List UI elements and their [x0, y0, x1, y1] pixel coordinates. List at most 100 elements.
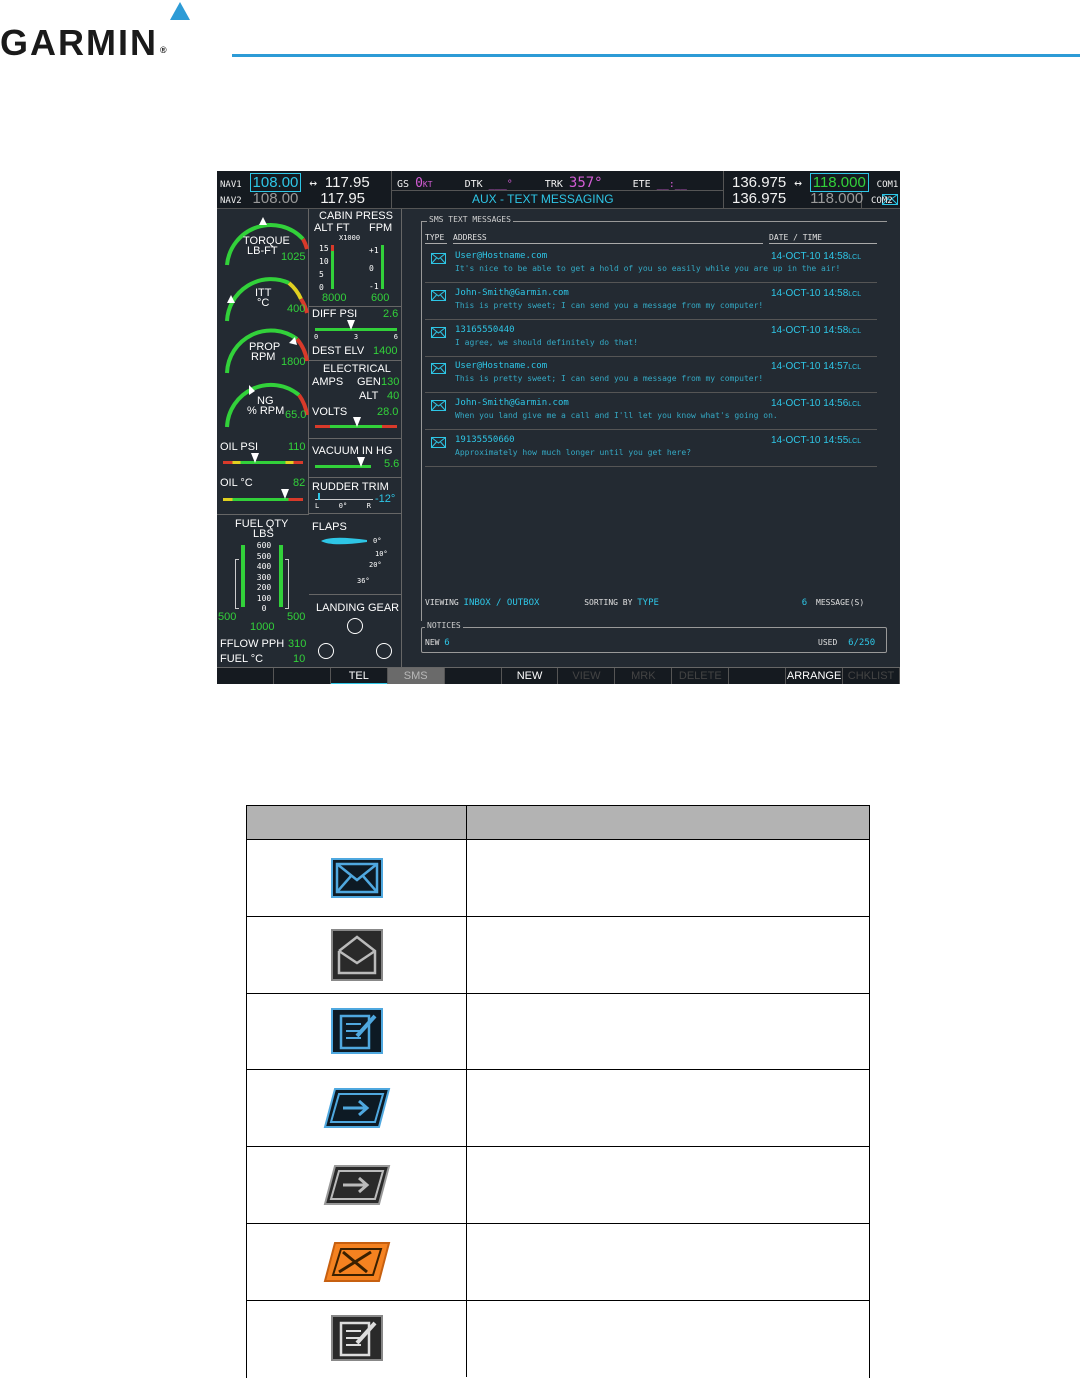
icon-description-table [246, 805, 870, 1378]
sep-flaps [309, 513, 401, 514]
message-preview: It's nice to be able to get a hold of yo… [455, 264, 841, 273]
gs-value: 0 [415, 176, 423, 191]
garmin-logo-triangle [170, 2, 190, 20]
envelope-new-icon [431, 437, 446, 448]
nav-frequency-block: NAV1 108.00 ↔ 117.95 NAV2 108.00 117.95 [217, 171, 392, 209]
softkey-arrange[interactable]: ARRANGE [786, 668, 844, 684]
fuel-total-value: 1000 [250, 621, 275, 633]
nav-swap-arrow: ↔ [309, 176, 318, 191]
sep-vacuum [309, 438, 401, 439]
viewing-value[interactable]: INBOX / OUTBOX [464, 598, 540, 608]
oil-psi-label: OIL PSI [220, 441, 259, 453]
softkey-delete[interactable]: DELETE [672, 668, 730, 684]
nav2-standby-freq[interactable]: 117.95 [306, 190, 365, 207]
softkey-sms[interactable]: SMS [387, 668, 445, 684]
com2-standby-freq[interactable]: 136.975 [732, 190, 786, 207]
column-separator [466, 993, 467, 1070]
message-preview: This is pretty sweet; I can send you a m… [455, 374, 764, 384]
message-row[interactable]: User@Hostname.com This is pretty sweet; I… [425, 357, 877, 394]
message-datetime: 14-OCT-10 14:56LCL [771, 398, 862, 410]
diff-psi-label: DIFF PSI [312, 308, 358, 320]
systems-panel: CABIN PRESS ALT FT FPM X1000 15 10 5 0 +1 0-… [309, 209, 402, 684]
rudder-trim-value: -12° [375, 493, 396, 505]
softkey-tel[interactable]: TEL [330, 668, 388, 684]
sorting-value[interactable]: TYPE [637, 598, 659, 608]
flaps-36-mark: 36° [357, 577, 370, 585]
sep-electrical [309, 360, 401, 361]
new-count: NEW 6 [425, 638, 450, 648]
landing-gear-label: LANDING GEAR [316, 602, 400, 614]
message-row[interactable]: John-Smith@Garmin.com When you land give … [425, 394, 877, 431]
softkey-blank-1[interactable] [274, 668, 331, 684]
fuel-scale: 600 500 400 300 200 100 0 [256, 541, 272, 613]
garmin-logo: GARMIN ® [0, 22, 169, 63]
table-row [247, 993, 869, 1071]
fuel-flow-label: FFLOW PPH [220, 638, 285, 650]
message-row[interactable]: John-Smith@Garmin.com This is pretty swee… [425, 284, 877, 320]
oil-psi-bar [223, 461, 303, 464]
trk-value: 357° [568, 175, 603, 191]
fuel-right-bracket [285, 559, 289, 609]
softkey-chklist[interactable]: CHKLIST [843, 668, 900, 684]
nav2-active-freq[interactable]: 108.00 [250, 190, 299, 207]
message-datetime: 14-OCT-10 14:58LCL [771, 324, 862, 336]
used-count: USED 6/250 [818, 638, 876, 648]
envelope-read-icon [331, 928, 383, 981]
col-address-line [453, 243, 763, 244]
softkey-blank-9[interactable] [729, 668, 787, 684]
message-preview: When you land give me a call and I'll le… [455, 411, 778, 421]
fuel-left-bar [241, 545, 245, 607]
message-row[interactable]: 19135550660 Approximately how much longer… [425, 431, 877, 467]
volts-label: VOLTS [312, 406, 348, 418]
table-row [247, 1070, 869, 1148]
dtk-label: DTK [464, 179, 483, 190]
envelope-new-icon [431, 363, 446, 375]
sep-rudder [309, 477, 401, 478]
cabin-fpm-value: 600 [371, 292, 390, 304]
message-row[interactable]: User@Hostname.com It's nice to be able to… [425, 247, 877, 283]
sep-cabin [309, 306, 401, 307]
column-separator [466, 1070, 467, 1147]
com2-active-freq[interactable]: 118.000 [794, 190, 863, 207]
rudder-trim-scale-line [315, 499, 373, 500]
com-swap-arrow: ↔ [794, 176, 802, 191]
cabin-alt-label: ALT FT [314, 222, 350, 234]
x1000-label: X1000 [339, 234, 361, 242]
softkey-blank-0[interactable] [217, 668, 274, 684]
cabin-fpm-label: FPM [369, 222, 393, 234]
cabin-alt-bar [331, 245, 334, 289]
cabin-fpm-bar [381, 245, 384, 289]
notices-title: NOTICES [425, 621, 463, 630]
cabin-alt-red [331, 245, 334, 251]
itt-unit: °C [257, 297, 270, 309]
fuel-left-bracket [235, 559, 239, 609]
draft-read-icon [331, 1315, 383, 1362]
envelope-new-icon [431, 253, 446, 264]
left-gear-indicator [318, 643, 334, 659]
message-preview: I agree, we should definitely do that! [455, 337, 639, 347]
message-row[interactable]: 13165550440 I agree, we should definitely… [425, 321, 877, 357]
table-row [247, 1146, 869, 1224]
sent-icon [323, 1088, 391, 1129]
dest-elv-label: DEST ELV [312, 345, 365, 357]
softkey-view[interactable]: VIEW [559, 668, 616, 684]
softkey-new[interactable]: NEW [502, 668, 559, 684]
header-rule [232, 54, 1080, 57]
envelope-new-icon [331, 858, 383, 898]
fuel-right-value: 500 [287, 611, 306, 623]
message-preview: Approximately how much longer until you … [455, 448, 692, 457]
softkey-blank-4[interactable] [445, 668, 502, 684]
message-datetime: 14-OCT-10 14:58LCL [771, 251, 862, 262]
message-address: User@Hostname.com [455, 361, 548, 372]
col-type-header: TYPE [425, 233, 445, 242]
amps-label: AMPS [312, 376, 344, 388]
flaps-10-mark: 10° [375, 550, 388, 558]
com1-standby-freq[interactable]: 136.975 [732, 174, 786, 191]
com-frequency-block: 136.975 ↔ 118.000 COM1 136.975 118.000 C… [725, 171, 900, 209]
nav1-standby-freq[interactable]: 117.95 [325, 174, 370, 191]
softkey-mrk-read[interactable]: MRK READ [615, 668, 673, 684]
column-separator [466, 1223, 467, 1300]
rudder-trim-scale: L 0° R [315, 502, 371, 510]
fuel-temp-value: 10 [293, 653, 306, 665]
message-count: 6 [801, 598, 808, 608]
